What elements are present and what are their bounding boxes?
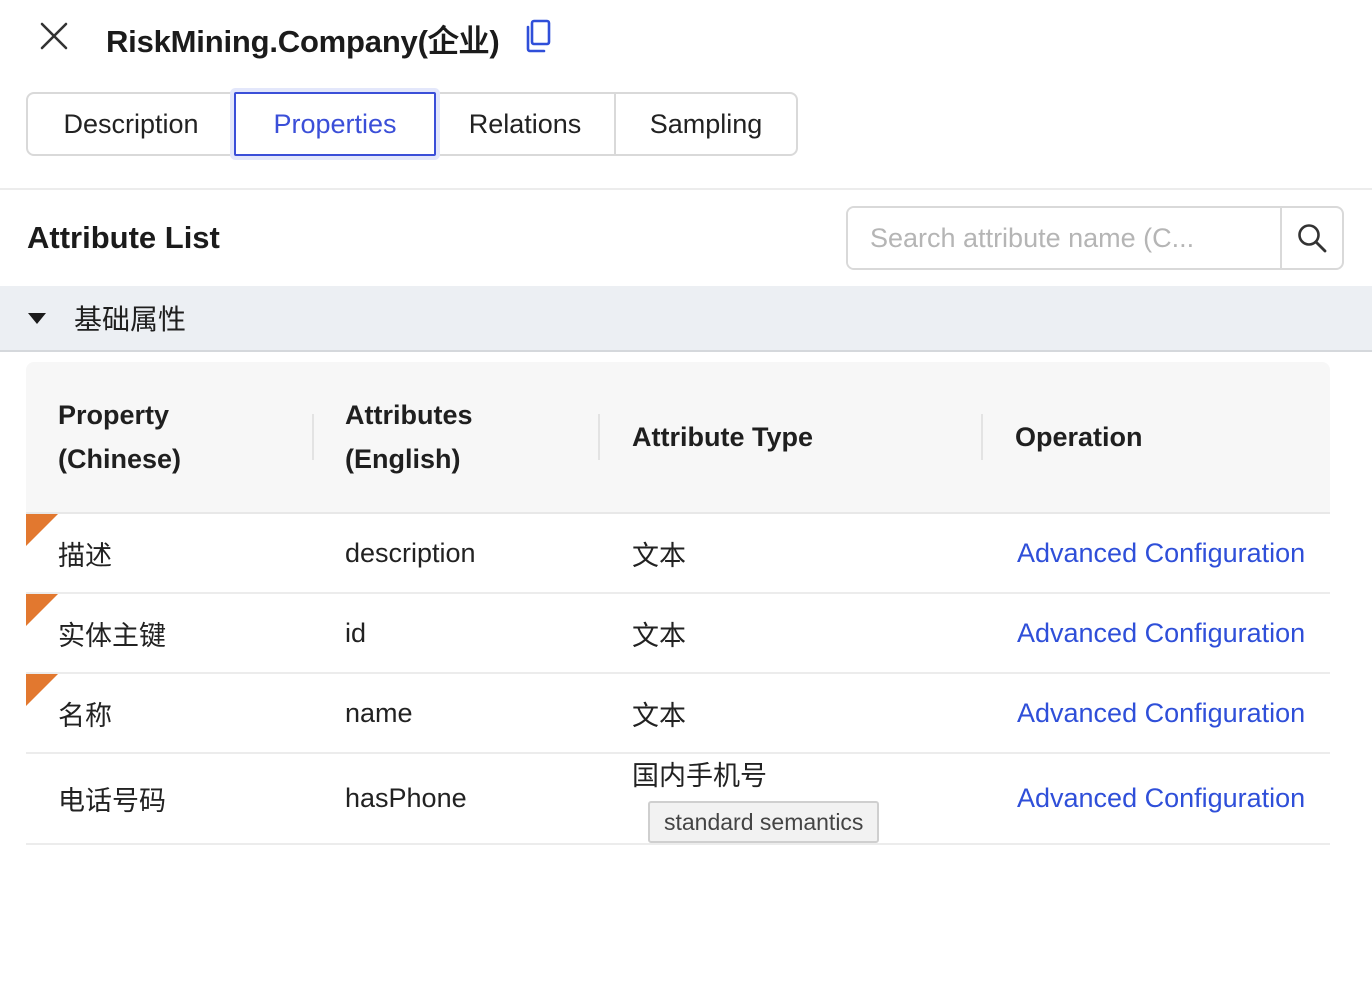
cell-type: 文本 [632,700,686,731]
standard-semantics-badge: standard semantics [648,801,880,843]
table-header: Property (Chinese) Attributes (English) At… [26,362,1330,514]
column-separator [312,414,314,460]
advanced-configuration-link[interactable]: Advanced Configuration [1017,754,1305,843]
close-icon[interactable] [36,18,72,54]
required-flag [26,594,58,626]
tab-bar: Description Properties Relations Samplin… [26,92,798,156]
cell-chinese: 描述 [58,540,112,571]
search-box [846,206,1344,270]
tab-description[interactable]: Description [28,94,236,154]
caret-down-icon[interactable] [28,312,46,324]
column-header-type: Attribute Type [632,422,813,452]
cell-english: id [345,617,367,648]
cell-english: hasPhone [345,783,467,813]
column-header-operation: Operation [1015,422,1143,452]
table-row: 描述 description 文本 Advanced Configuration [26,514,1330,594]
tab-relations[interactable]: Relations [436,94,616,154]
cell-type: 国内手机号 standard semantics [632,754,880,843]
table-row: 电话号码 hasPhone 国内手机号 standard semantics A… [26,754,1330,845]
cell-english: name [345,697,413,728]
column-separator [981,414,983,460]
group-header[interactable]: 基础属性 [0,286,1372,352]
search-icon [1298,224,1327,253]
required-flag [26,674,58,706]
advanced-configuration-link[interactable]: Advanced Configuration [1017,594,1305,672]
required-flag [26,514,58,546]
table-row: 名称 name 文本 Advanced Configuration [26,674,1330,754]
header-divider [0,188,1372,190]
section-title: Attribute List [27,220,220,255]
table-row: 实体主键 id 文本 Advanced Configuration [26,594,1330,674]
column-header-chinese: Property (Chinese) [58,400,182,474]
search-button[interactable] [1280,208,1342,268]
copy-icon[interactable] [524,19,552,53]
advanced-configuration-link[interactable]: Advanced Configuration [1017,514,1305,592]
tab-sampling[interactable]: Sampling [616,94,796,154]
cell-english: description [345,537,476,568]
cell-type: 文本 [632,540,686,571]
advanced-configuration-link[interactable]: Advanced Configuration [1017,674,1305,752]
cell-chinese: 电话号码 [58,786,166,816]
cell-chinese: 名称 [58,700,112,731]
cell-chinese: 实体主键 [58,620,166,651]
group-label: 基础属性 [74,304,187,335]
panel-header: RiskMining.Company(企业) [0,0,1372,76]
cell-type: 文本 [632,620,686,651]
type-label: 国内手机号 [632,761,767,791]
page-title: RiskMining.Company(企业) [106,24,500,59]
column-header-english: Attributes (English) [345,400,473,474]
tab-properties[interactable]: Properties [234,92,436,156]
column-separator [598,414,600,460]
search-input[interactable] [848,208,1280,268]
attribute-table: Property (Chinese) Attributes (English) At… [26,362,1330,845]
